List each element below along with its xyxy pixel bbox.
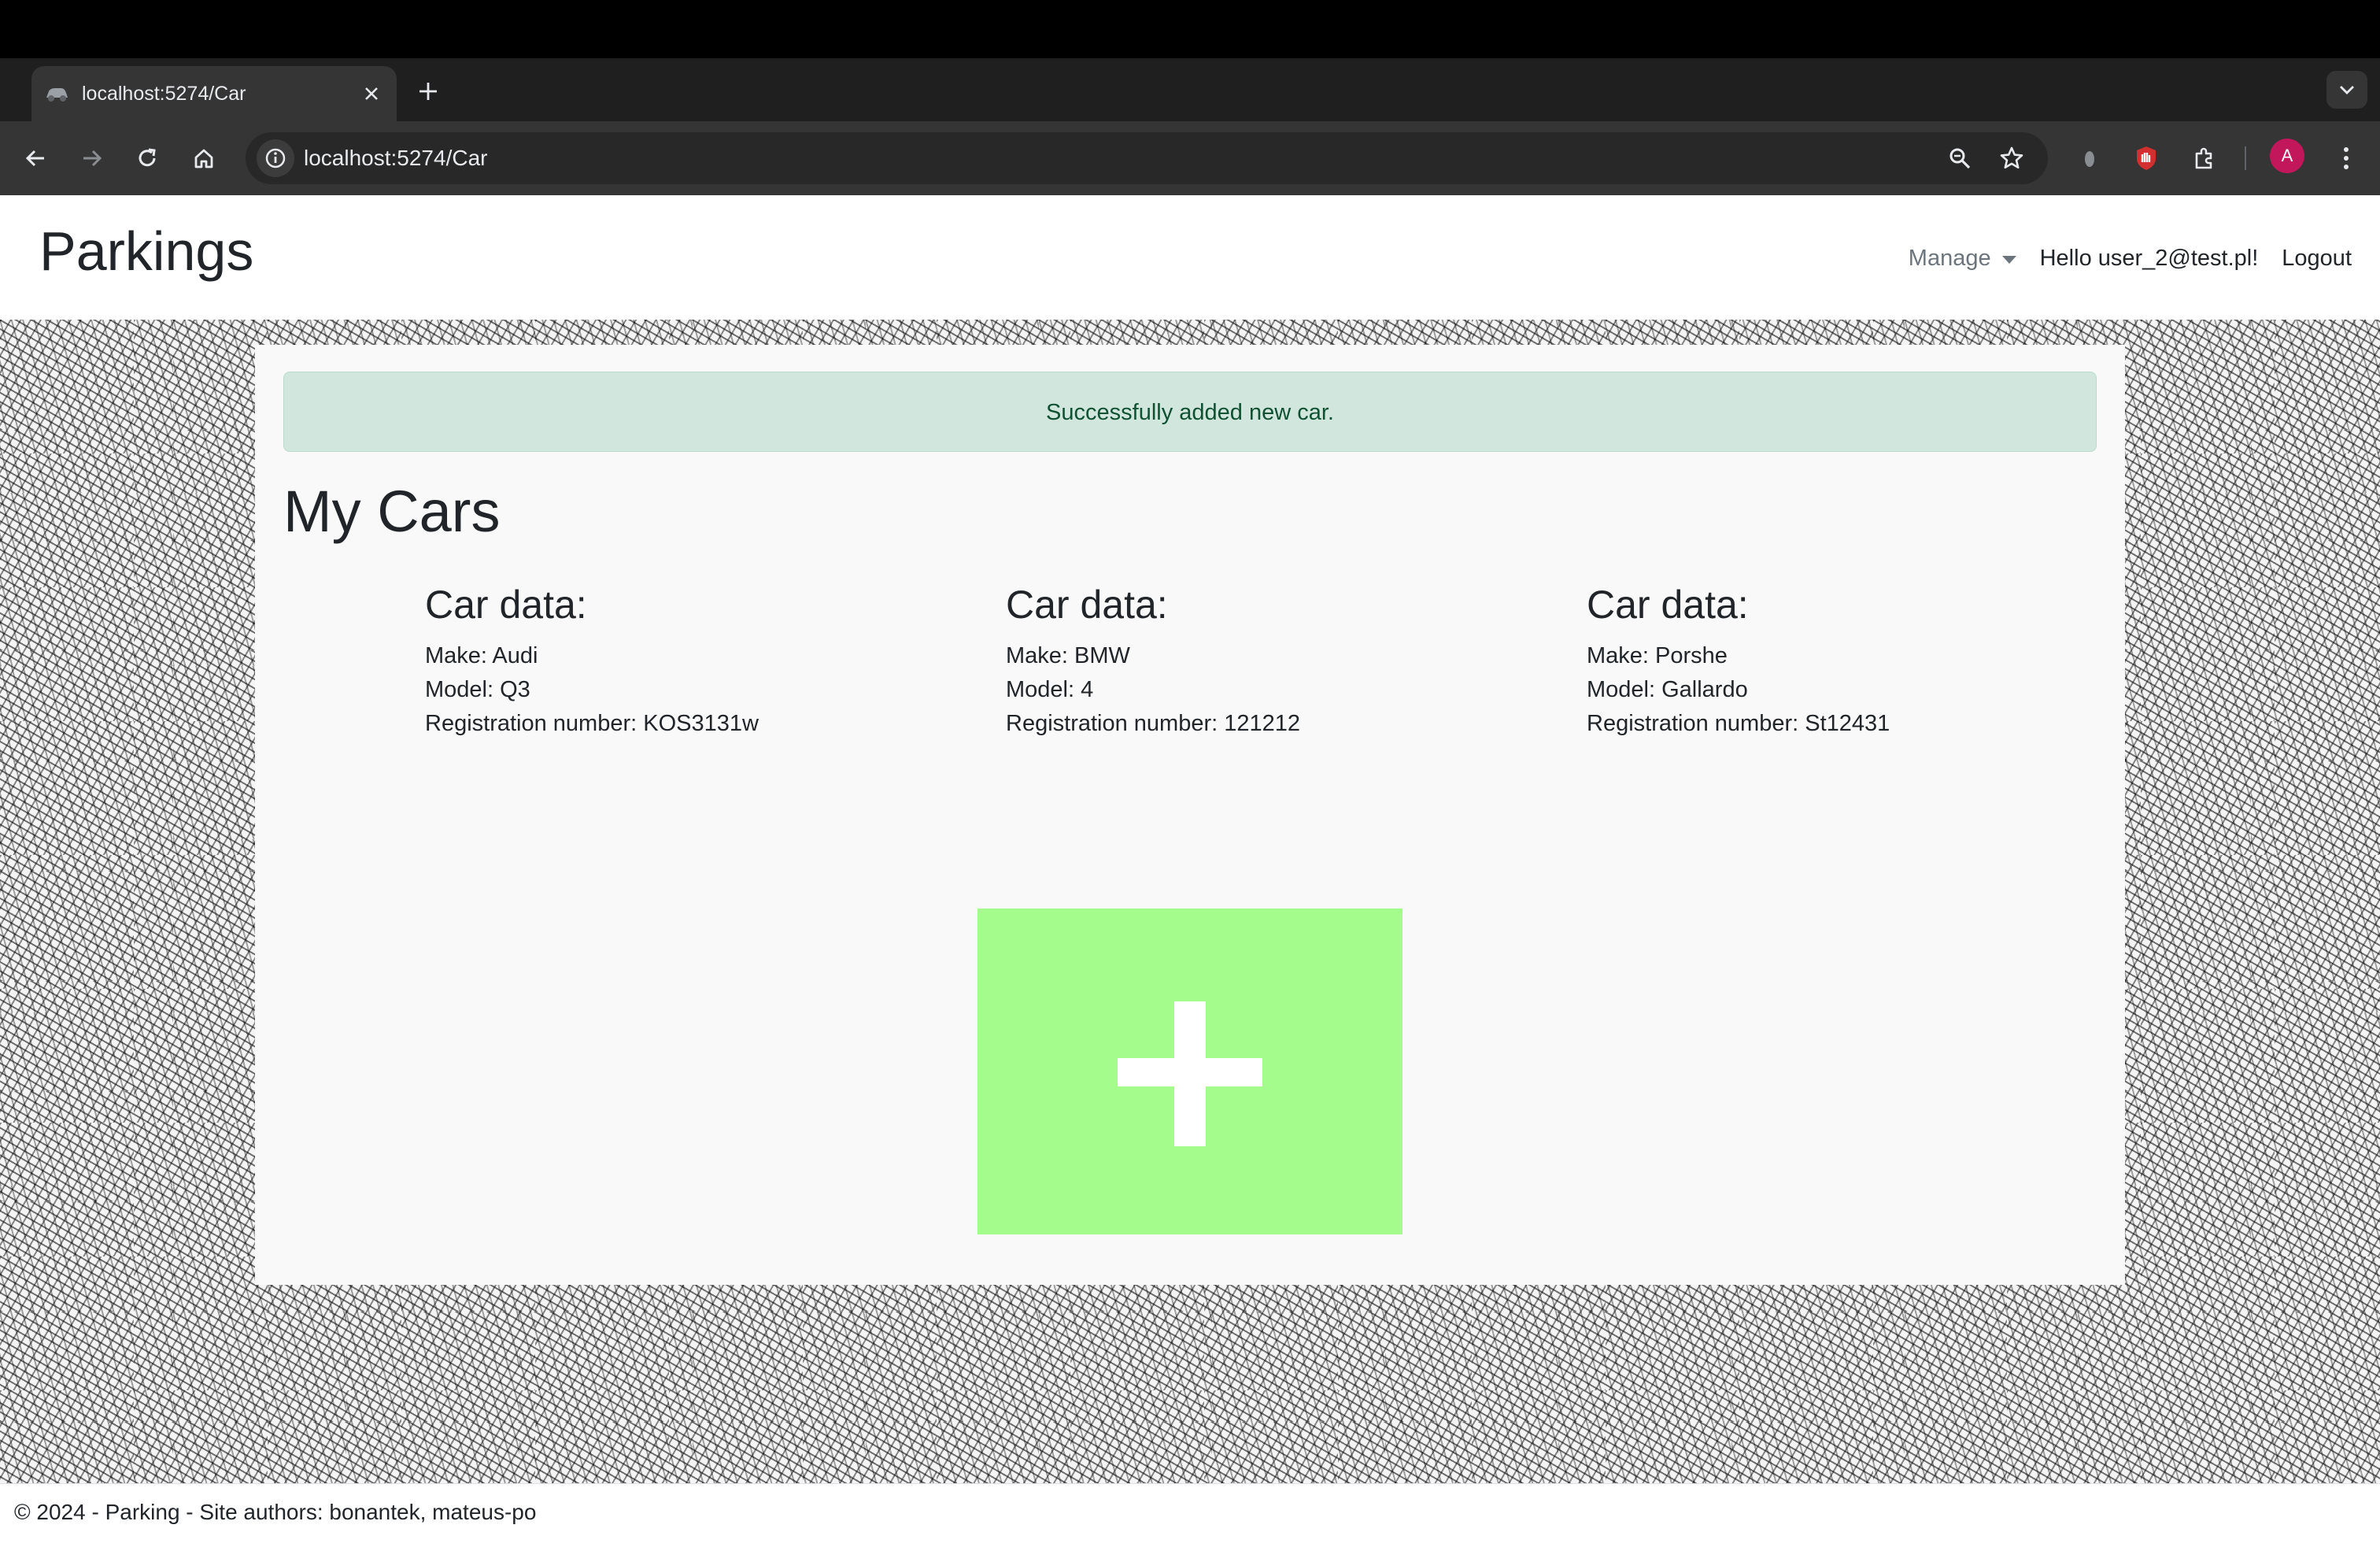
browser-menu-icon[interactable] — [2326, 139, 2366, 178]
page-title: My Cars — [283, 479, 501, 544]
reload-icon[interactable] — [128, 139, 167, 178]
browser-tab[interactable]: localhost:5274/Car — [31, 66, 397, 121]
extension-icon[interactable] — [2070, 139, 2109, 178]
extensions-puzzle-icon[interactable] — [2185, 139, 2224, 178]
site-brand[interactable]: Parkings — [39, 219, 253, 283]
car-make: Make: BMW — [1006, 643, 1130, 668]
url-text: localhost:5274/Car — [304, 146, 488, 170]
main-container: Successfully added new car. My Cars Car … — [255, 345, 2125, 1285]
site-info-icon[interactable] — [257, 139, 294, 177]
car-model: Model: Q3 — [425, 677, 530, 702]
forward-arrow-icon[interactable] — [72, 139, 112, 178]
car-registration: Registration number: KOS3131w — [425, 711, 759, 736]
browser-tab-strip: localhost:5274/Car — [0, 58, 2380, 121]
back-arrow-icon[interactable] — [16, 139, 55, 178]
bookmark-star-icon[interactable] — [1993, 139, 2031, 177]
system-menu-bar — [0, 0, 2380, 58]
car-make: Make: Audi — [425, 643, 538, 668]
car-card: Car data: Make: Audi Model: Q3 Registrat… — [425, 581, 897, 741]
close-tab-icon[interactable] — [357, 80, 386, 108]
car-registration: Registration number: 121212 — [1006, 711, 1301, 736]
car-model: Model: Gallardo — [1587, 677, 1748, 702]
car-make: Make: Porshe — [1587, 643, 1728, 668]
user-greeting-link[interactable]: Hello user_2@test.pl! — [2040, 246, 2259, 272]
navbar-right: Manage Hello user_2@test.pl! Logout — [1909, 242, 2352, 274]
footer-text: © 2024 - Parking - Site authors: bonante… — [14, 1500, 537, 1524]
car-card-heading: Car data: — [425, 583, 587, 627]
success-alert: Successfully added new car. — [283, 372, 2097, 452]
site-footer: © 2024 - Parking - Site authors: bonante… — [0, 1483, 2380, 1547]
toolbar-divider — [2245, 146, 2246, 170]
tab-title: localhost:5274/Car — [82, 83, 246, 105]
manage-label: Manage — [1908, 245, 1991, 271]
add-car-button[interactable] — [978, 909, 1402, 1234]
profile-avatar[interactable]: A — [2270, 139, 2304, 173]
address-bar[interactable]: localhost:5274/Car — [246, 132, 2048, 184]
car-favicon-icon — [44, 83, 69, 104]
browser-toolbar: localhost:5274/Car — [0, 121, 2380, 195]
zoom-icon[interactable] — [1941, 139, 1979, 177]
logout-button[interactable]: Logout — [2282, 246, 2352, 272]
car-model: Model: 4 — [1006, 677, 1094, 702]
home-icon[interactable] — [184, 139, 224, 178]
car-card: Car data: Make: BMW Model: 4 Registratio… — [1006, 581, 1478, 741]
car-card-heading: Car data: — [1587, 583, 1749, 627]
tab-search-chevron-icon[interactable] — [2326, 71, 2367, 109]
ad-block-icon[interactable] — [2127, 139, 2166, 178]
car-card-heading: Car data: — [1006, 583, 1168, 627]
car-registration: Registration number: St12431 — [1587, 711, 1890, 736]
car-card: Car data: Make: Porshe Model: Gallardo R… — [1587, 581, 2059, 741]
site-navbar: Parkings Manage Hello user_2@test.pl! Lo… — [0, 195, 2380, 320]
new-tab-icon[interactable] — [412, 76, 444, 107]
manage-dropdown[interactable]: Manage — [1909, 246, 2016, 272]
caret-down-icon — [2001, 255, 2016, 264]
